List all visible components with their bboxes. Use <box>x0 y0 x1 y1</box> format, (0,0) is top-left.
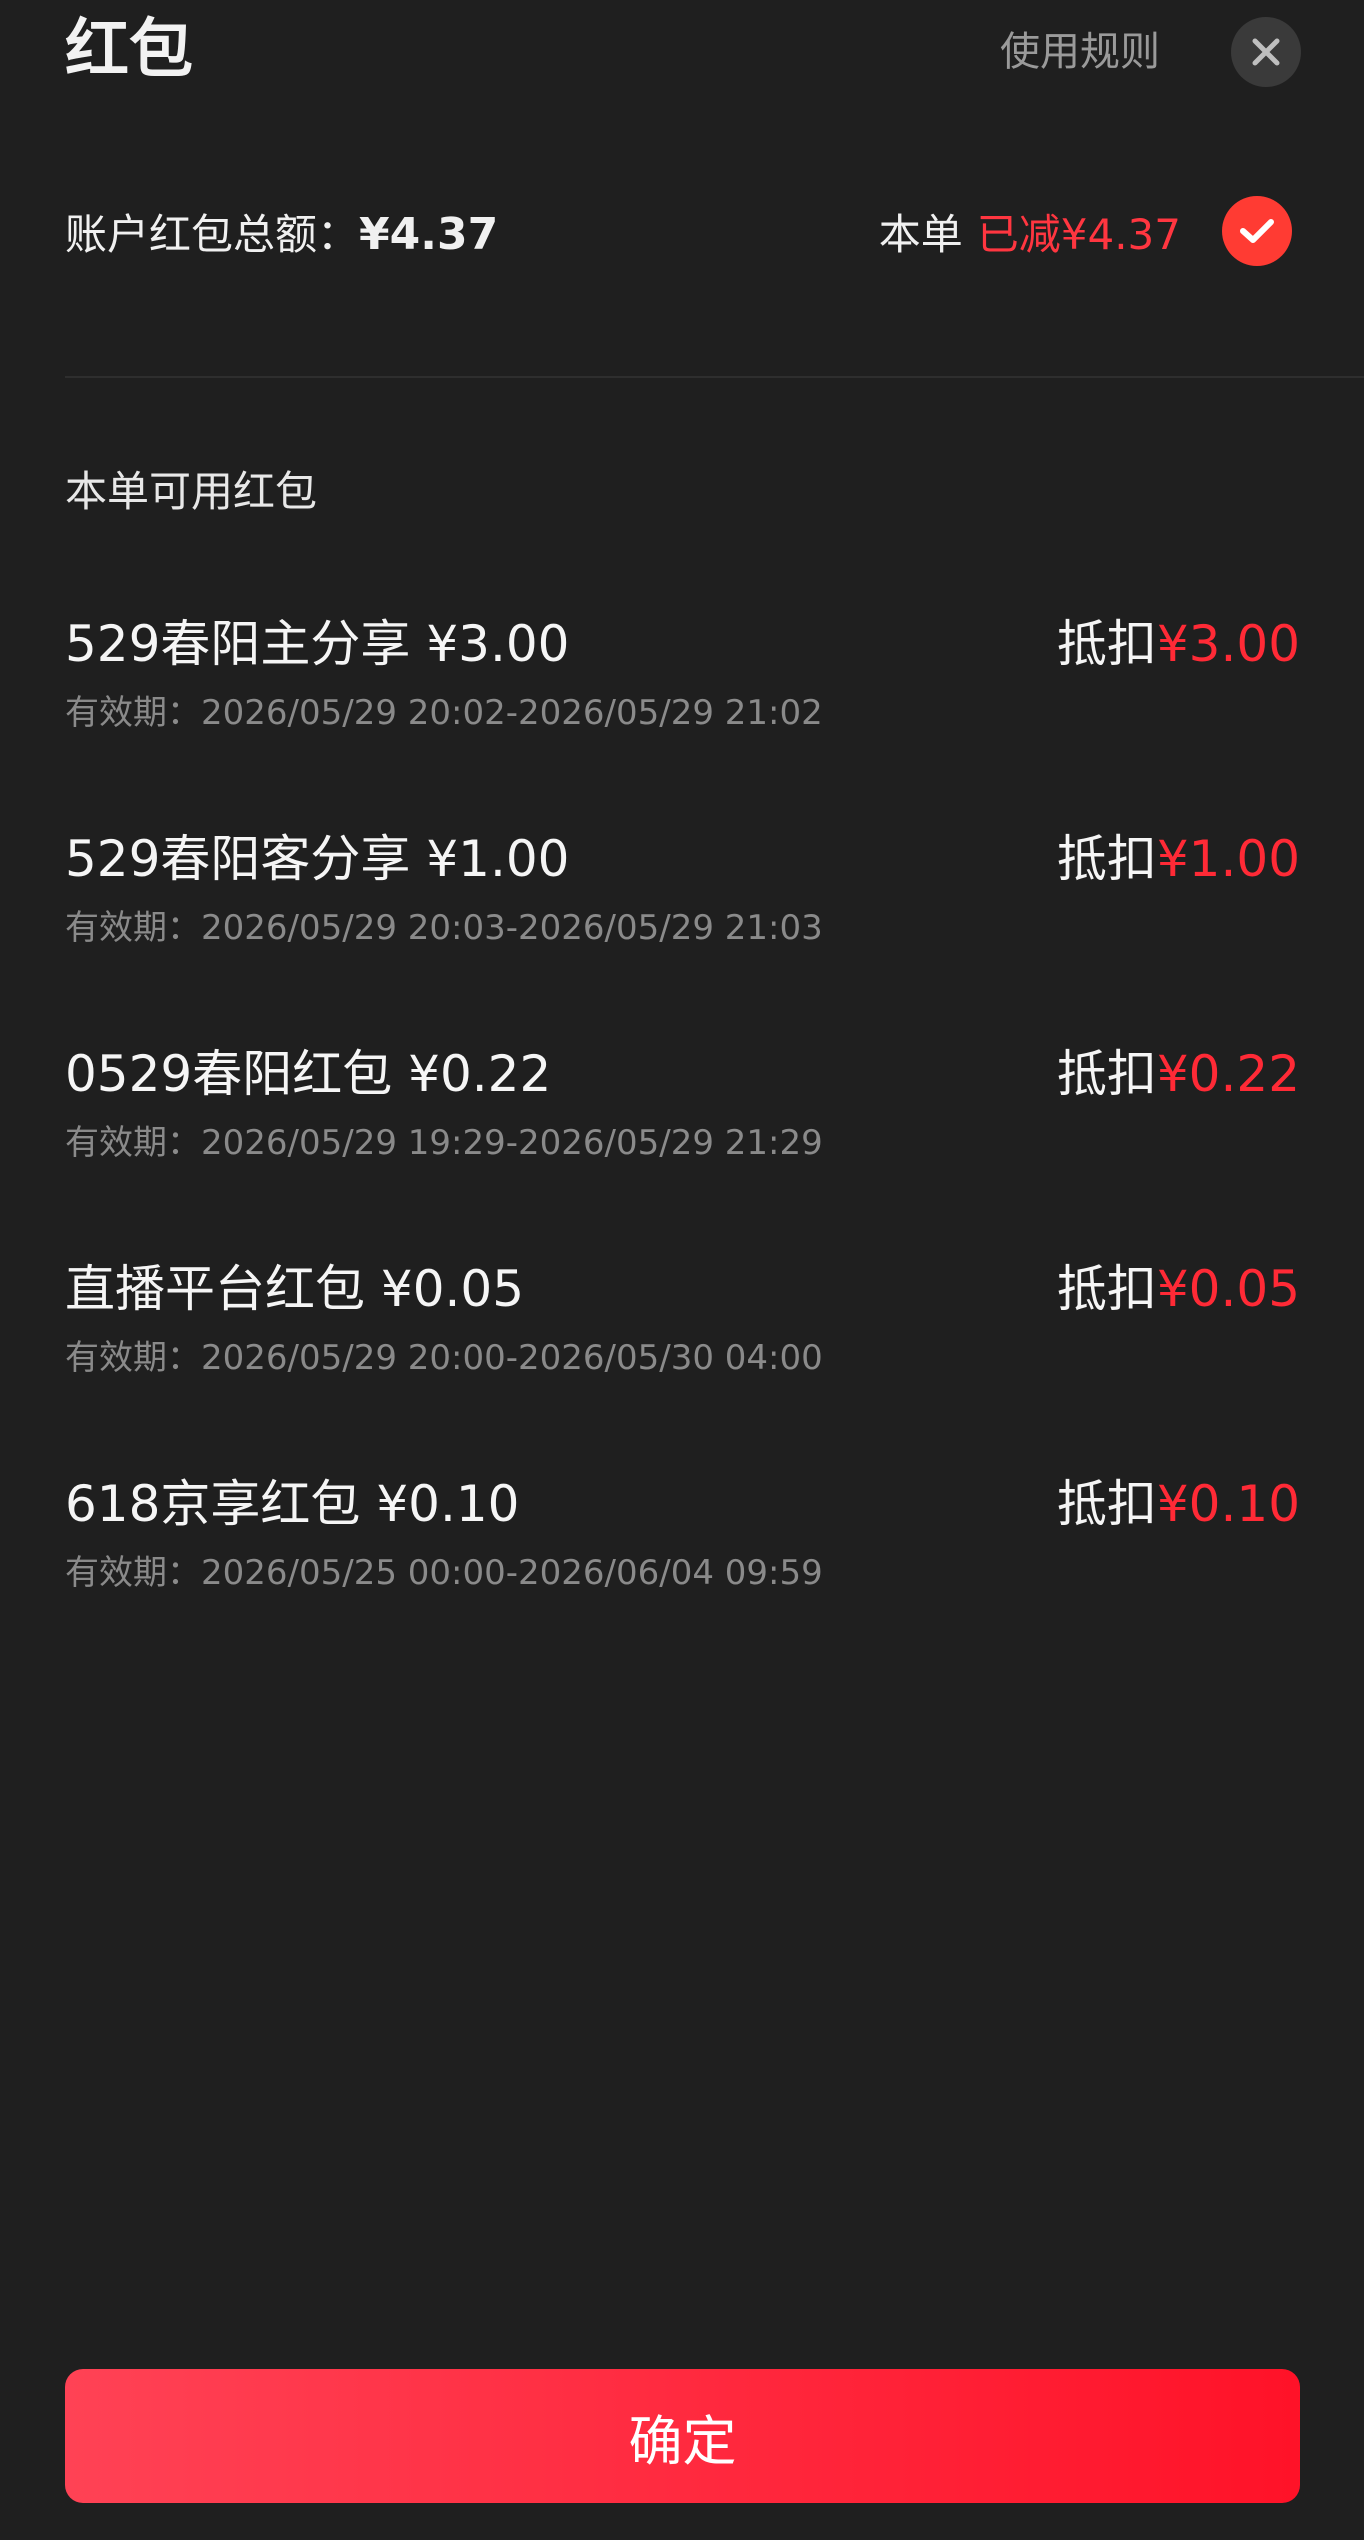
close-icon <box>1252 38 1280 66</box>
usage-rules-link[interactable]: 使用规则 <box>1000 24 1160 80</box>
divider <box>65 376 1364 378</box>
coupon-name: 0529春阳红包 ¥0.22 <box>65 1045 552 1103</box>
deduct-label: 抵扣 <box>1056 615 1157 673</box>
deduct-amount: ¥1.00 <box>1156 830 1300 888</box>
coupon-validity: 有效期：2026/05/29 20:03-2026/05/29 21:03 <box>65 908 823 948</box>
use-redpacket-checkbox[interactable] <box>1222 196 1292 266</box>
order-reduction: 本单 已减¥4.37 <box>879 200 1181 270</box>
available-section-title: 本单可用红包 <box>65 467 318 516</box>
deduct-amount: ¥3.00 <box>1156 615 1300 673</box>
coupon-name: 直播平台红包 ¥0.05 <box>65 1260 525 1318</box>
deduct-amount: ¥0.22 <box>1156 1045 1300 1103</box>
coupon-item[interactable]: 直播平台红包 ¥0.05 有效期：2026/05/29 20:00-2026/0… <box>65 1251 1300 1466</box>
account-total-amount: ¥4.37 <box>359 209 499 260</box>
deduct-amount: ¥0.10 <box>1156 1475 1300 1533</box>
coupon-name: 618京享红包 ¥0.10 <box>65 1475 520 1533</box>
account-summary: 账户红包总额：¥4.37 本单 已减¥4.37 <box>65 200 1301 270</box>
coupon-item[interactable]: 0529春阳红包 ¥0.22 有效期：2026/05/29 19:29-2026… <box>65 1036 1300 1251</box>
coupon-deduct: 抵扣¥0.10 <box>1057 1466 1300 1554</box>
coupon-name: 529春阳主分享 ¥3.00 <box>65 615 570 673</box>
coupon-validity: 有效期：2026/05/29 20:00-2026/05/30 04:00 <box>65 1338 823 1378</box>
coupon-deduct: 抵扣¥0.05 <box>1057 1251 1300 1339</box>
confirm-button[interactable]: 确定 <box>65 2369 1300 2503</box>
page-title: 红包 <box>65 13 193 87</box>
coupon-item[interactable]: 529春阳客分享 ¥1.00 有效期：2026/05/29 20:03-2026… <box>65 821 1300 1036</box>
coupon-item[interactable]: 618京享红包 ¥0.10 有效期：2026/05/25 00:00-2026/… <box>65 1466 1300 1681</box>
coupon-validity: 有效期：2026/05/25 00:00-2026/06/04 09:59 <box>65 1553 823 1593</box>
reduced-amount: 已减¥4.37 <box>976 210 1181 259</box>
coupon-deduct: 抵扣¥3.00 <box>1057 606 1300 694</box>
close-button[interactable] <box>1231 17 1301 87</box>
coupon-item[interactable]: 529春阳主分享 ¥3.00 有效期：2026/05/29 20:02-2026… <box>65 606 1300 821</box>
coupon-deduct: 抵扣¥1.00 <box>1057 821 1300 909</box>
account-total-label: 账户红包总额： <box>65 210 360 259</box>
deduct-label: 抵扣 <box>1056 1475 1157 1533</box>
deduct-label: 抵扣 <box>1056 1260 1157 1318</box>
deduct-amount: ¥0.05 <box>1156 1260 1300 1318</box>
this-order-label: 本单 <box>878 210 963 259</box>
coupon-validity: 有效期：2026/05/29 20:02-2026/05/29 21:02 <box>65 693 823 733</box>
coupon-list: 529春阳主分享 ¥3.00 有效期：2026/05/29 20:02-2026… <box>65 606 1300 1681</box>
account-total: 账户红包总额：¥4.37 <box>65 200 498 270</box>
coupon-name: 529春阳客分享 ¥1.00 <box>65 830 570 888</box>
coupon-deduct: 抵扣¥0.22 <box>1057 1036 1300 1124</box>
deduct-label: 抵扣 <box>1056 830 1157 888</box>
coupon-validity: 有效期：2026/05/29 19:29-2026/05/29 21:29 <box>65 1123 823 1163</box>
check-icon <box>1240 219 1274 243</box>
deduct-label: 抵扣 <box>1056 1045 1157 1103</box>
